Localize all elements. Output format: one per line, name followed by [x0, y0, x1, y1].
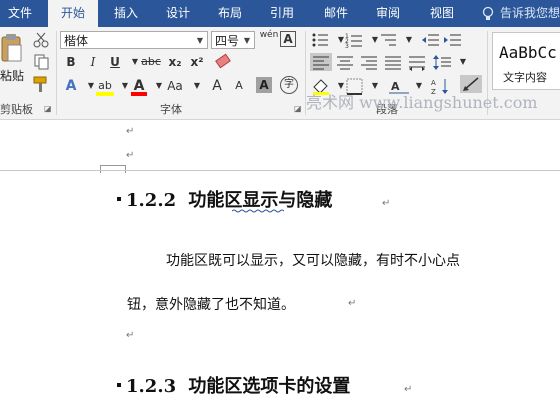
copy-icon[interactable] [30, 53, 52, 71]
multilevel-list-icon[interactable] [378, 31, 400, 49]
heading-bullet [117, 197, 121, 201]
underline-button[interactable]: U [104, 53, 126, 71]
chevron-down-icon[interactable]: ▼ [194, 32, 206, 50]
text-effects-button[interactable]: A [60, 77, 82, 95]
cut-icon[interactable] [30, 31, 52, 49]
highlight-button[interactable]: ab [94, 77, 116, 96]
grow-font-button[interactable]: A [206, 77, 228, 95]
heading-bullet [117, 383, 121, 387]
tab-mailings[interactable]: 邮件 [314, 0, 358, 27]
shrink-font-button[interactable]: A [228, 77, 250, 95]
paragraph-mark: ↵ [382, 198, 391, 209]
numbering-icon[interactable]: 123 [344, 31, 366, 49]
enclose-char-button[interactable]: 字 [280, 76, 298, 94]
char-border-button[interactable]: A [280, 31, 296, 47]
chevron-down-icon[interactable]: ▼ [241, 32, 253, 50]
paragraph-mark: ↵ [126, 150, 135, 161]
tab-home[interactable]: 开始 [48, 0, 98, 27]
ribbon-tab-bar: 文件 开始 插入 设计 布局 引用 邮件 审阅 视图 告诉我您想 [0, 0, 560, 27]
font-name-select[interactable]: 楷体 ▼ [60, 31, 208, 49]
font-color-button[interactable]: A [128, 77, 150, 96]
tab-file[interactable]: 文件 [0, 0, 40, 27]
paragraph-mark: ↵ [126, 330, 135, 341]
document-page[interactable]: ↵ ↵ 1.2.2 功能区显示与隐藏 ↵ 功能区既可以显示，又可以隐藏，有时不小… [0, 120, 560, 420]
superscript-button[interactable]: x² [186, 53, 208, 71]
format-painter-icon[interactable] [30, 75, 52, 93]
tell-me-box[interactable]: 告诉我您想 [500, 0, 560, 27]
bullets-icon[interactable] [310, 31, 332, 49]
align-center-icon[interactable] [334, 53, 356, 71]
change-case-button[interactable]: Aa [162, 77, 188, 95]
phonetic-guide-button[interactable]: wén [258, 30, 280, 48]
lightbulb-icon [482, 6, 494, 20]
tab-insert[interactable]: 插入 [104, 0, 148, 27]
font-launcher-icon[interactable]: ◪ [294, 104, 302, 113]
paragraph-mark: ↵ [404, 384, 413, 395]
spellcheck-underline [232, 209, 284, 213]
tab-view[interactable]: 视图 [420, 0, 464, 27]
increase-indent-icon[interactable] [442, 31, 464, 49]
style-preview: AaBbCc [499, 43, 557, 62]
line-spacing-icon[interactable] [432, 53, 454, 71]
svg-text:3: 3 [345, 43, 349, 49]
style-gallery-item[interactable]: AaBbCc 文字内容 [492, 32, 560, 90]
clipboard-launcher-icon[interactable]: ◪ [44, 104, 52, 113]
justify-icon[interactable] [382, 53, 404, 71]
align-left-icon[interactable] [310, 53, 332, 71]
align-right-icon[interactable] [358, 53, 380, 71]
font-size-value: 四号 [215, 34, 240, 48]
line-spacing-dropdown-icon[interactable]: ▼ [452, 53, 474, 71]
style-name: 文字内容 [503, 71, 547, 84]
clipboard-group-label: 剪贴板 [0, 103, 33, 116]
page-break-line [0, 170, 560, 171]
italic-button[interactable]: I [82, 53, 104, 71]
watermark: 亮术网 www.liangshunet.com [306, 93, 538, 112]
tab-references[interactable]: 引用 [260, 0, 304, 27]
heading-number: 1.2.2 [126, 190, 177, 211]
heading-1-2-2: 1.2.2 功能区显示与隐藏 [126, 186, 332, 212]
change-case-dropdown-icon[interactable]: ▼ [186, 77, 208, 95]
highlight-label: ab [98, 79, 112, 92]
heading-number: 1.2.3 [126, 376, 177, 397]
tab-layout[interactable]: 布局 [208, 0, 252, 27]
tab-review[interactable]: 审阅 [366, 0, 410, 27]
heading-1-2-3: 1.2.3 功能区选项卡的设置 [126, 372, 350, 398]
svg-text:A: A [431, 79, 436, 87]
heading-text: 功能区显示与隐藏 [188, 190, 333, 211]
paste-button[interactable]: 粘贴 [0, 67, 24, 84]
paragraph-mark: ↵ [348, 298, 357, 309]
tab-design[interactable]: 设计 [156, 0, 200, 27]
heading-text: 功能区选项卡的设置 [188, 376, 351, 397]
bold-button[interactable]: B [60, 53, 82, 71]
distributed-icon[interactable] [406, 53, 428, 71]
subscript-button[interactable]: x₂ [164, 53, 186, 71]
font-group-label: 字体 [160, 103, 182, 116]
font-size-select[interactable]: 四号 ▼ [211, 31, 255, 49]
font-color-swatch [131, 92, 147, 96]
font-name-value: 楷体 [64, 34, 89, 48]
paste-icon[interactable] [0, 33, 22, 65]
strikethrough-button[interactable]: abc [138, 53, 164, 71]
group-separator [56, 31, 57, 115]
multilevel-dropdown-icon[interactable]: ▼ [398, 31, 420, 49]
header-margin-marker [100, 165, 126, 173]
ribbon-home: 粘贴 剪贴板 ◪ 楷体 ▼ 四号 ▼ wén A B I U ▼ abc x₂ … [0, 27, 560, 120]
paragraph-line-1: 功能区既可以显示，又可以隐藏，有时不小心点 [166, 253, 460, 269]
char-shading-button[interactable]: A [256, 77, 272, 93]
phonetic-guide-label: wén [259, 30, 279, 40]
decrease-indent-icon[interactable] [420, 31, 442, 49]
paragraph-mark: ↵ [126, 126, 135, 137]
paragraph-line-2: 钮，意外隐藏了也不知道。 [127, 297, 295, 313]
highlight-color-swatch [96, 92, 114, 96]
clear-formatting-icon[interactable] [212, 53, 234, 71]
